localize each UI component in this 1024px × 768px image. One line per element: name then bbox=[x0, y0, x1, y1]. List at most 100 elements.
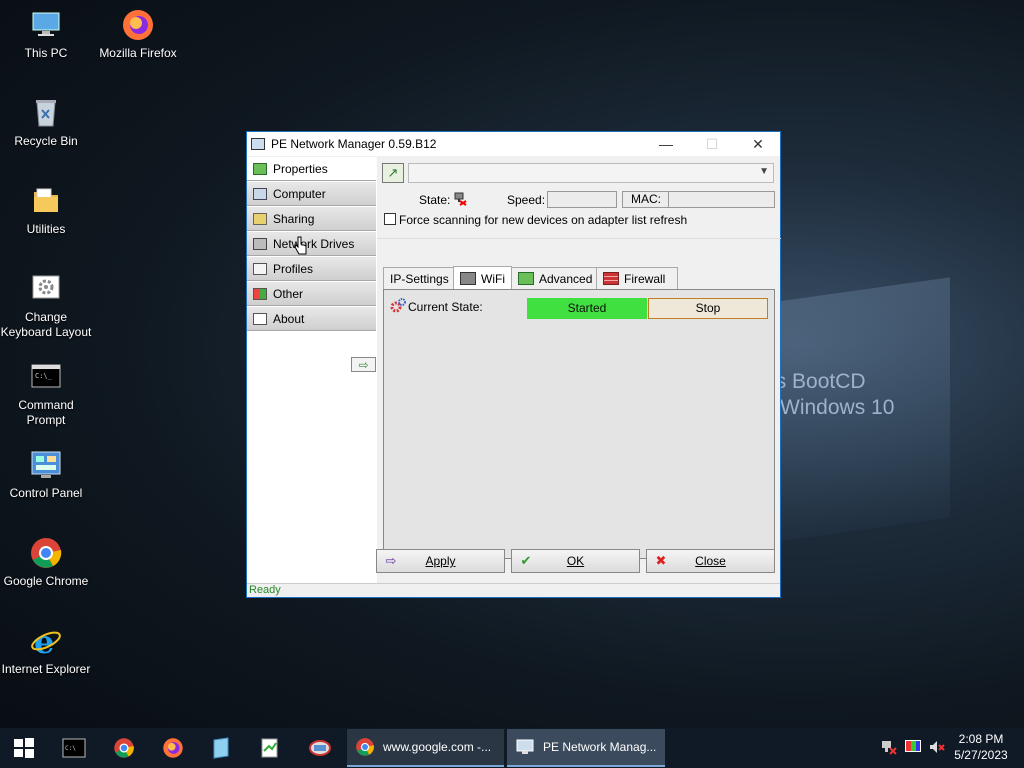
taskbar-utility[interactable] bbox=[306, 734, 334, 762]
nav-item-label: Profiles bbox=[273, 261, 314, 276]
adapter-select[interactable]: ▼ bbox=[408, 163, 774, 183]
taskbar-explorer[interactable] bbox=[207, 734, 235, 762]
left-navigation: Properties Computer Sharing Network Driv… bbox=[247, 157, 377, 585]
taskbar-clock[interactable]: 2:08 PM 5/27/2023 bbox=[948, 731, 1014, 763]
network-drive-icon bbox=[253, 237, 267, 250]
divider bbox=[377, 238, 781, 239]
nav-item-other[interactable]: Other bbox=[247, 282, 376, 306]
clock-date: 5/27/2023 bbox=[954, 748, 1008, 762]
desktop-icon-internet-explorer[interactable]: e Internet Explorer bbox=[0, 623, 92, 677]
close-window-button[interactable]: ✕ bbox=[735, 132, 781, 156]
properties-icon bbox=[253, 162, 267, 175]
speed-label: Speed: bbox=[507, 193, 546, 207]
about-icon bbox=[253, 312, 267, 325]
taskbar-task-network-manager[interactable]: PE Network Manag... bbox=[507, 729, 665, 767]
other-icon bbox=[253, 287, 267, 300]
close-button-label: Close bbox=[695, 554, 726, 568]
maximize-button[interactable]: ☐ bbox=[689, 132, 735, 156]
taskbar-firefox[interactable] bbox=[159, 734, 187, 762]
mac-field: MAC: bbox=[622, 191, 775, 208]
nav-item-network-drives[interactable]: Network Drives bbox=[247, 232, 376, 256]
minimize-button[interactable]: — bbox=[643, 132, 689, 156]
apply-button[interactable]: ⇨ Apply bbox=[376, 549, 505, 573]
chrome-icon bbox=[355, 737, 375, 757]
state-label: State: bbox=[419, 193, 451, 207]
status-bar: Ready bbox=[247, 583, 780, 597]
taskbar-task-label: www.google.com -... bbox=[383, 740, 492, 754]
nav-item-label: Sharing bbox=[273, 211, 315, 226]
tab-ip-settings[interactable]: IP-Settings bbox=[383, 267, 456, 289]
desktop-icon-firefox[interactable]: Mozilla Firefox bbox=[92, 8, 184, 61]
taskbar-chrome[interactable] bbox=[110, 734, 138, 762]
desktop-icon-label: Utilities bbox=[26, 222, 66, 236]
svg-text:C:\: C:\ bbox=[65, 745, 76, 752]
taskbar-command-prompt[interactable]: C:\ bbox=[60, 734, 88, 762]
desktop-icon-label: Internet Explorer bbox=[1, 662, 91, 676]
app-icon bbox=[251, 138, 265, 150]
close-button[interactable]: ✖ Close bbox=[646, 549, 775, 573]
desktop-icon-label: Google Chrome bbox=[3, 574, 89, 588]
nav-item-label: Computer bbox=[273, 186, 326, 201]
chrome-icon bbox=[114, 738, 134, 758]
taskbar: C:\ www.google.com -... PE Network Manag… bbox=[0, 728, 1024, 768]
desktop-icon-google-chrome[interactable]: Google Chrome bbox=[0, 536, 92, 589]
desktop-icon-label: Control Panel bbox=[9, 486, 83, 500]
wallpaper-text: Windows 10 bbox=[780, 396, 895, 419]
recycle-bin-icon bbox=[29, 96, 63, 130]
profiles-icon bbox=[253, 262, 267, 275]
desktop-icon-recycle-bin[interactable]: Recycle Bin bbox=[0, 96, 92, 149]
nav-item-properties[interactable]: Properties bbox=[247, 157, 376, 181]
windows-logo-icon bbox=[14, 738, 34, 758]
chevron-down-icon: ▼ bbox=[759, 166, 769, 177]
ok-button-label: OK bbox=[566, 554, 585, 568]
tab-advanced[interactable]: Advanced bbox=[511, 267, 600, 289]
gears-icon bbox=[390, 298, 406, 314]
desktop-icon-label: Command Prompt bbox=[18, 398, 74, 427]
tab-wifi[interactable]: WiFi bbox=[453, 266, 512, 290]
firewall-icon bbox=[603, 272, 619, 285]
advanced-icon bbox=[518, 272, 534, 285]
network-tray-icon[interactable] bbox=[880, 738, 898, 756]
nav-item-profiles[interactable]: Profiles bbox=[247, 257, 376, 281]
network-manager-icon bbox=[515, 737, 535, 757]
ok-button[interactable]: ✔ OK bbox=[511, 549, 640, 573]
desktop-icon-command-prompt[interactable]: C:\_ Command Prompt bbox=[0, 360, 92, 428]
wifi-stop-button[interactable]: Stop bbox=[648, 298, 768, 319]
desktop-icon-control-panel[interactable]: Control Panel bbox=[0, 448, 92, 501]
taskbar-task-browser[interactable]: www.google.com -... bbox=[347, 729, 504, 767]
force-scan-checkbox[interactable] bbox=[384, 213, 396, 225]
internet-explorer-icon: e bbox=[29, 623, 63, 661]
nav-item-computer[interactable]: Computer bbox=[247, 182, 376, 206]
volume-muted-icon[interactable] bbox=[928, 738, 946, 756]
folder-icon bbox=[29, 184, 63, 218]
display-tray-icon[interactable] bbox=[904, 738, 922, 756]
chrome-icon bbox=[29, 536, 63, 570]
adapter-refresh-button[interactable]: ↗ bbox=[382, 163, 404, 183]
wifi-state-indicator: Started bbox=[527, 298, 647, 319]
collapse-nav-button[interactable]: ⇨ bbox=[351, 357, 376, 372]
start-button[interactable] bbox=[10, 734, 38, 762]
desktop-icon-this-pc[interactable]: This PC bbox=[0, 8, 92, 61]
apply-button-label: Apply bbox=[425, 554, 456, 568]
tab-label: Firewall bbox=[624, 271, 666, 286]
properties-pane: ↗ ▼ State: Speed: MAC: Force scanning fo… bbox=[377, 157, 781, 559]
sharing-icon bbox=[253, 212, 267, 225]
title-bar[interactable]: PE Network Manager 0.59.B12 — ☐ ✕ bbox=[247, 132, 780, 156]
nav-item-about[interactable]: About bbox=[247, 307, 376, 331]
nav-item-sharing[interactable]: Sharing bbox=[247, 207, 376, 231]
desktop-icon-change-keyboard-layout[interactable]: Change Keyboard Layout bbox=[0, 272, 92, 340]
clock-time: 2:08 PM bbox=[958, 732, 1004, 746]
desktop-icon-utilities[interactable]: Utilities bbox=[0, 184, 92, 237]
pe-network-manager-window: PE Network Manager 0.59.B12 — ☐ ✕ Proper… bbox=[246, 131, 781, 598]
tab-label: IP-Settings bbox=[390, 271, 449, 286]
tab-label: WiFi bbox=[481, 271, 505, 286]
network-state-icon bbox=[453, 192, 467, 206]
nav-item-label: Properties bbox=[273, 161, 328, 176]
nav-item-label: About bbox=[273, 311, 305, 326]
nav-item-label: Network Drives bbox=[273, 236, 355, 251]
desktop-icon-label: Change Keyboard Layout bbox=[0, 310, 92, 339]
taskbar-editor[interactable] bbox=[256, 734, 284, 762]
tab-firewall[interactable]: Firewall bbox=[596, 267, 678, 289]
arrow-right-icon: ⇨ bbox=[385, 553, 397, 568]
checkmark-icon: ✔ bbox=[520, 553, 532, 568]
